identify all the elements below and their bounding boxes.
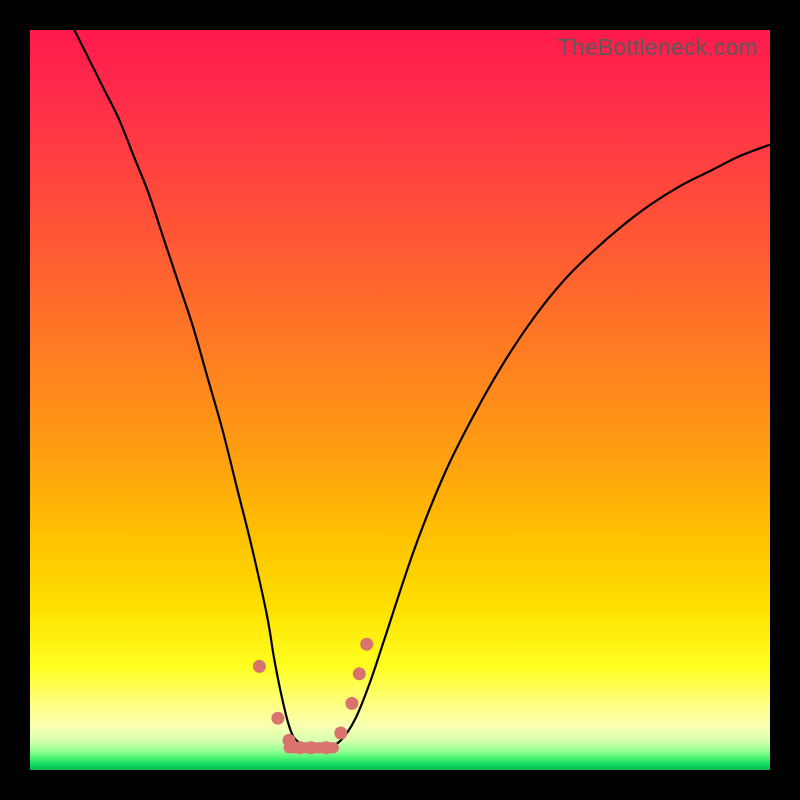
plot-area: TheBottleneck.com (30, 30, 770, 770)
curve-line (74, 30, 770, 749)
chart-frame: TheBottleneck.com (0, 0, 800, 800)
data-marker (283, 734, 296, 747)
data-marker (345, 697, 358, 710)
data-marker (320, 741, 333, 754)
data-markers (253, 638, 373, 755)
data-marker (360, 638, 373, 651)
bottleneck-curve (30, 30, 770, 770)
data-marker (253, 660, 266, 673)
data-marker (305, 741, 318, 754)
data-marker (353, 667, 366, 680)
data-marker (334, 727, 347, 740)
data-marker (271, 712, 284, 725)
data-marker (294, 741, 307, 754)
